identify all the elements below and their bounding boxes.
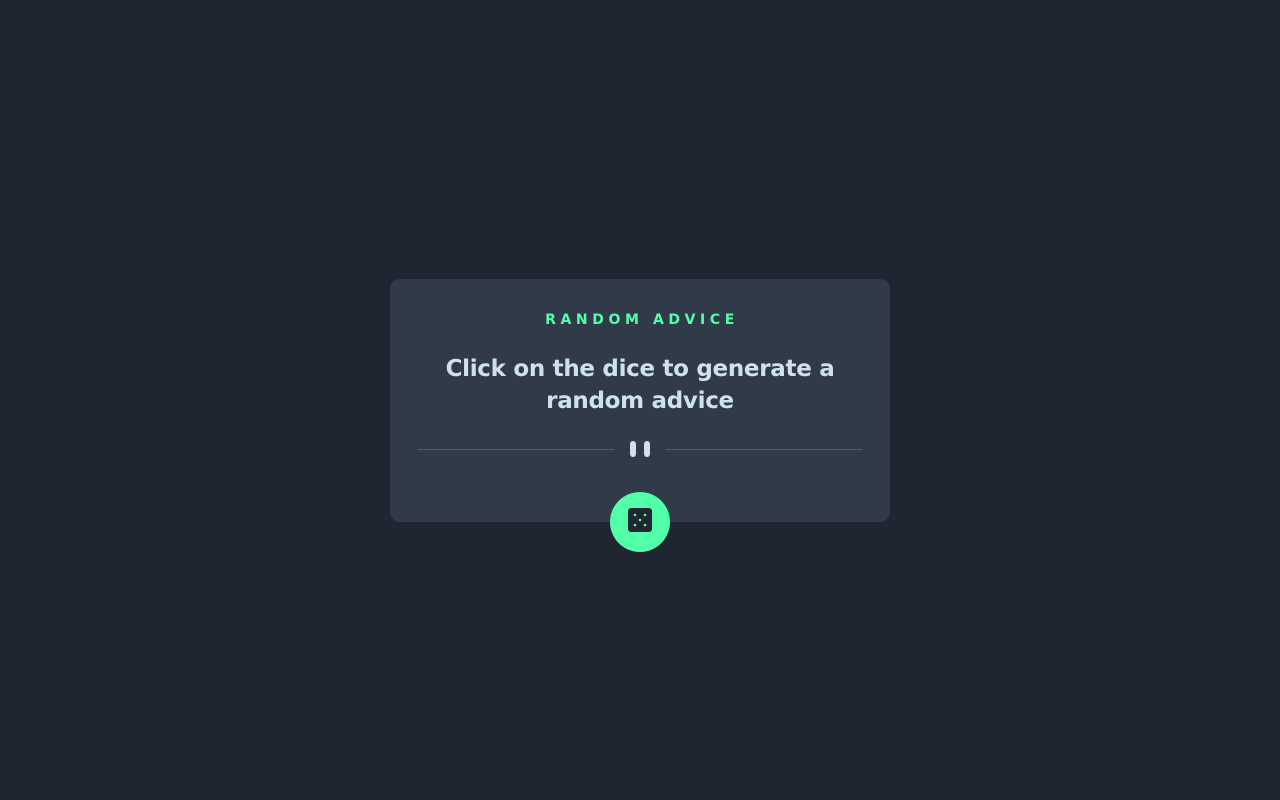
pause-bar-left	[630, 441, 636, 457]
pause-bar-right	[644, 441, 650, 457]
generate-advice-button[interactable]	[610, 492, 670, 552]
pattern-divider	[418, 441, 862, 457]
divider-line-right	[666, 449, 862, 450]
advice-text: Click on the dice to generate a random a…	[445, 356, 835, 414]
card-title: RANDOM ADVICE	[545, 312, 739, 328]
page: RANDOM ADVICE Click on the dice to gener…	[0, 0, 1280, 800]
pause-icon	[630, 441, 650, 457]
dice-icon	[628, 508, 652, 532]
divider-line-left	[418, 449, 614, 450]
advice-card: RANDOM ADVICE Click on the dice to gener…	[390, 279, 890, 522]
